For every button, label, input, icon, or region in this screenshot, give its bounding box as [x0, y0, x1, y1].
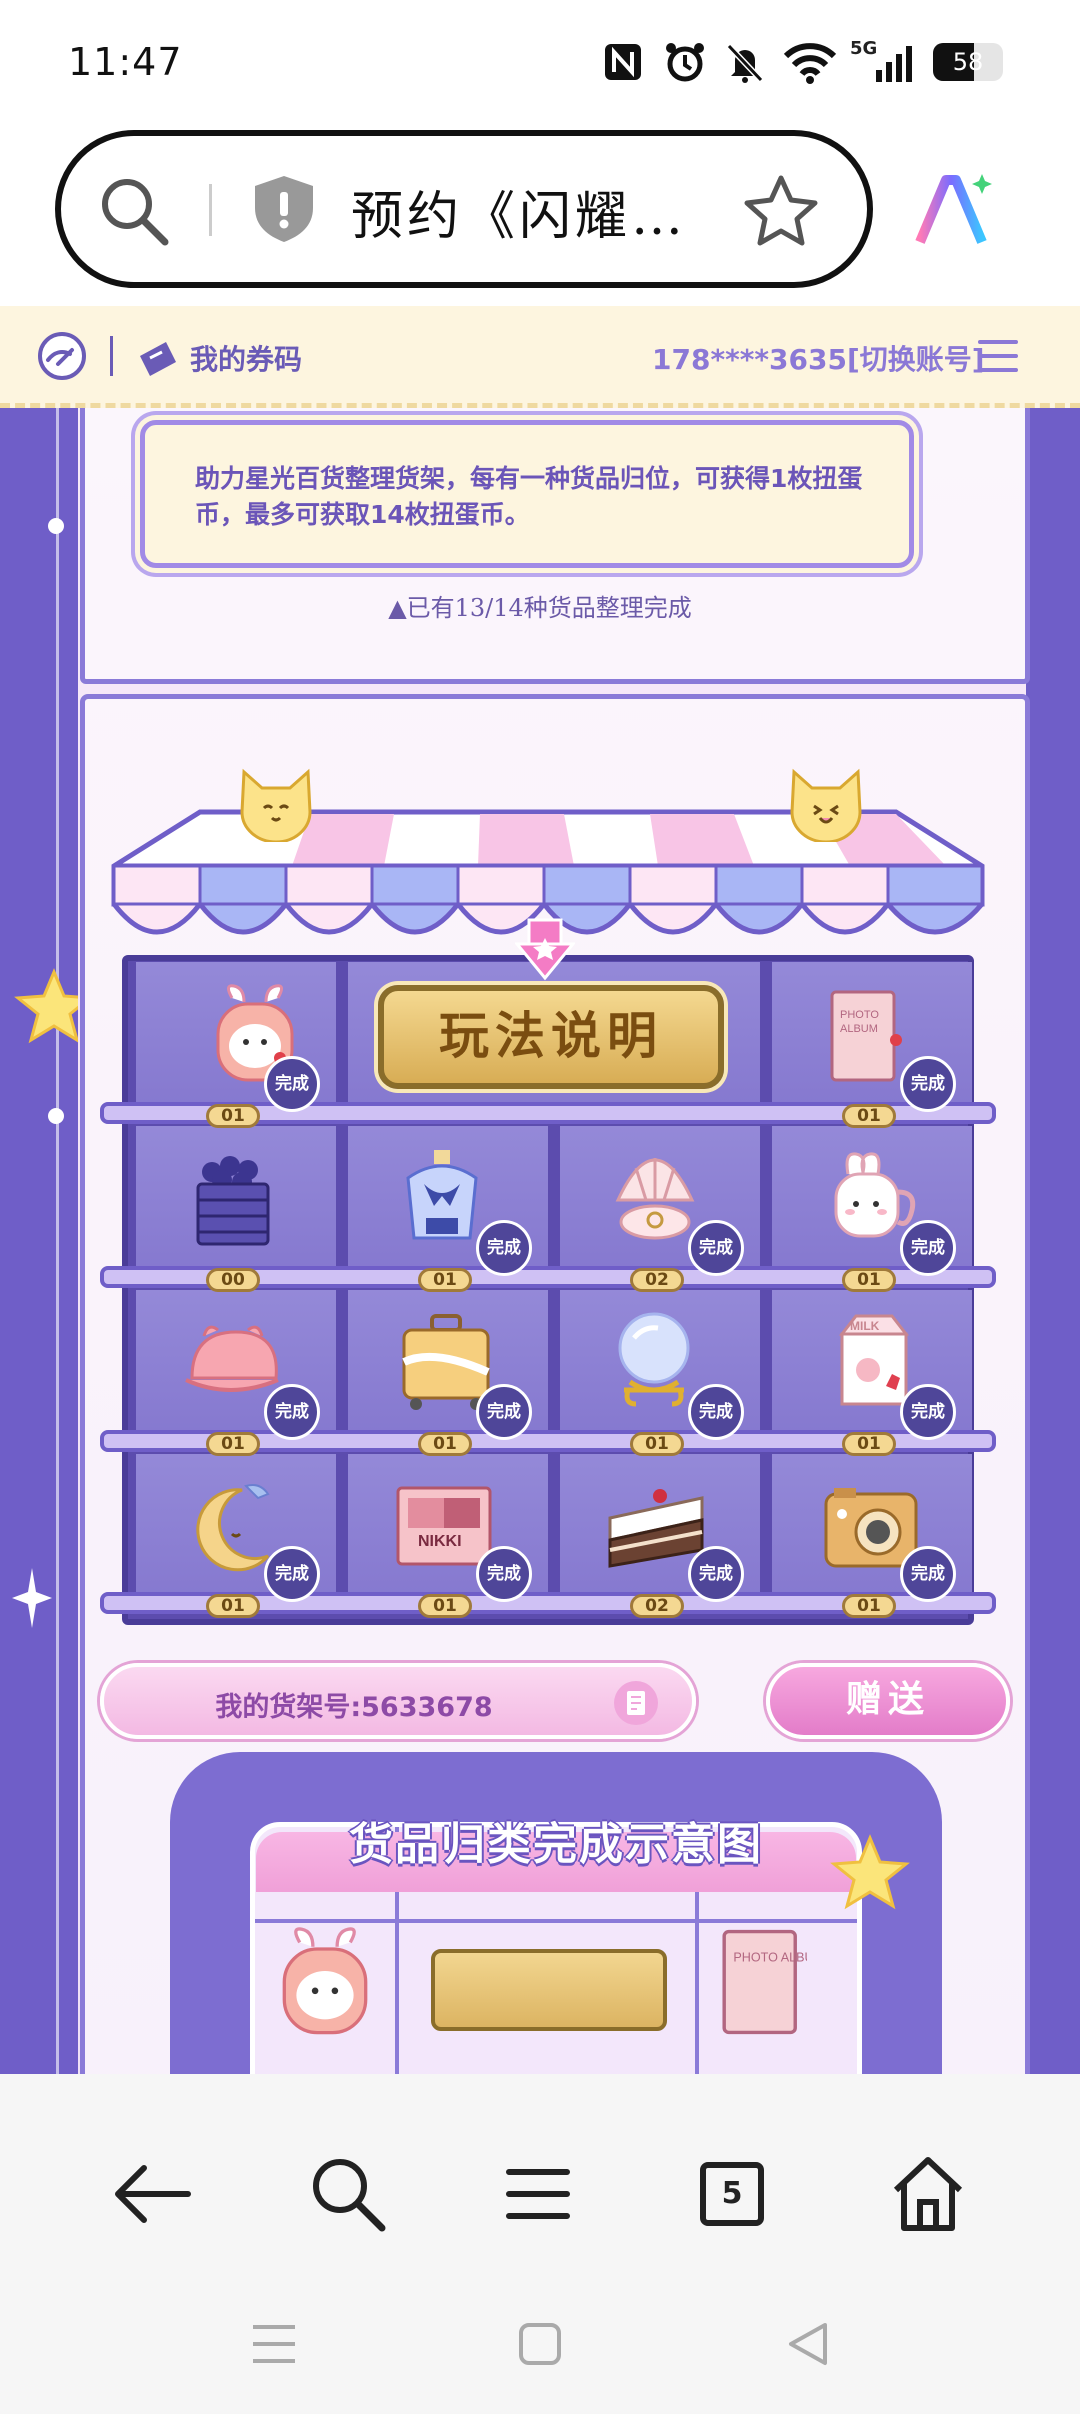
signal-icon: 5G — [850, 38, 916, 86]
item-count: 01 — [842, 1594, 896, 1618]
address-bar[interactable]: 预约《闪耀… — [55, 130, 873, 288]
nikki-label: NIKKI — [418, 1533, 462, 1550]
album-label: PHOTO ALBUM — [733, 1950, 807, 1964]
tabs-icon[interactable]: 5 — [672, 2134, 792, 2254]
search-icon[interactable] — [288, 2134, 408, 2254]
svg-text:PHOTO: PHOTO — [840, 1009, 879, 1021]
sparkle-icon — [12, 1568, 52, 1632]
item-count: 01 — [842, 1432, 896, 1456]
photo-album-icon: PHOTO ALBUM — [717, 1927, 824, 2041]
preview-label-plate — [431, 1949, 667, 2031]
done-badge: 完成 — [900, 1220, 956, 1276]
svg-text:ALBUM: ALBUM — [840, 1023, 878, 1035]
cat-icon — [786, 766, 866, 846]
item-count: 00 — [206, 1268, 260, 1292]
decor-dot — [48, 1108, 64, 1124]
done-badge: 完成 — [688, 1220, 744, 1276]
shelf-id-text: 我的货架号:5633678 — [215, 1692, 493, 1723]
done-badge: 完成 — [688, 1546, 744, 1602]
shell-ring-icon[interactable] — [610, 1148, 700, 1248]
ai-icon[interactable] — [912, 166, 1002, 260]
right-margin — [1030, 408, 1080, 2074]
progress-text: ▲已有13/14种货品整理完成 — [388, 594, 692, 622]
item-count: 01 — [206, 1432, 260, 1456]
alarm-icon — [660, 38, 710, 86]
arrow-down-icon — [513, 918, 577, 986]
done-badge: 完成 — [264, 1384, 320, 1440]
shield-icon[interactable] — [251, 174, 317, 248]
how-to-play-button[interactable]: 玩法说明 — [378, 985, 724, 1089]
my-coupon-link[interactable]: 我的券码 — [190, 338, 302, 378]
gift-button-label: 赠送 — [845, 1679, 930, 1720]
search-icon[interactable] — [97, 174, 173, 254]
done-badge: 完成 — [264, 1056, 320, 1112]
shelf-id-field: 我的货架号:5633678 — [100, 1663, 696, 1739]
home-square-icon[interactable] — [500, 2304, 580, 2384]
gift-button[interactable]: 赠送 — [766, 1663, 1010, 1739]
header-divider — [110, 336, 113, 376]
grape-basket-icon[interactable] — [190, 1148, 276, 1248]
perfume-bottle-icon[interactable] — [396, 1148, 488, 1248]
moon-pillow-icon[interactable] — [184, 1476, 280, 1576]
tab-count: 5 — [700, 2162, 764, 2226]
mute-icon — [720, 38, 770, 86]
recents-icon[interactable] — [234, 2304, 314, 2384]
done-badge: 完成 — [900, 1384, 956, 1440]
done-badge: 完成 — [476, 1384, 532, 1440]
cake-slice-icon[interactable] — [604, 1484, 708, 1568]
completion-preview: PHOTO ALBUM 货品归类完成示意图 — [170, 1752, 942, 2127]
account-switch-link[interactable]: 178****3635[切换账号] — [652, 338, 985, 378]
site-header: 我的券码 178****3635[切换账号] — [0, 306, 1080, 408]
svg-text:MILK: MILK — [850, 1319, 880, 1333]
item-count: 01 — [842, 1104, 896, 1128]
done-badge: 完成 — [688, 1384, 744, 1440]
back-icon[interactable] — [92, 2134, 212, 2254]
star-decor-icon — [830, 1834, 910, 1918]
decor-dot — [48, 518, 64, 534]
decor-line — [56, 408, 59, 2074]
copy-icon[interactable] — [614, 1681, 658, 1725]
battery-level: 58 — [952, 48, 984, 76]
coupon-icon[interactable] — [136, 338, 180, 382]
menu-icon[interactable] — [478, 2134, 598, 2254]
done-badge: 完成 — [476, 1220, 532, 1276]
star-icon[interactable] — [741, 172, 821, 256]
preview-title: 货品归类完成示意图 — [349, 1819, 763, 1870]
done-badge: 完成 — [900, 1056, 956, 1112]
clock: 11:47 — [68, 40, 183, 84]
crystal-ball-icon[interactable] — [614, 1310, 694, 1410]
done-badge: 完成 — [900, 1546, 956, 1602]
item-count: 01 — [418, 1268, 472, 1292]
preview-divider — [255, 1919, 857, 1923]
menu-icon[interactable] — [976, 336, 1020, 380]
item-count: 01 — [206, 1104, 260, 1128]
back-triangle-icon[interactable] — [768, 2304, 848, 2384]
battery-icon: 58 — [928, 38, 1008, 86]
cat-icon — [236, 766, 316, 846]
rabbit-backpack-icon — [275, 1927, 375, 2041]
item-count: 01 — [418, 1594, 472, 1618]
item-count: 01 — [206, 1594, 260, 1618]
browser-toolbar: 5 — [0, 2074, 1080, 2414]
pink-cap-icon[interactable] — [182, 1318, 282, 1408]
done-badge: 完成 — [476, 1546, 532, 1602]
item-count: 02 — [630, 1594, 684, 1618]
photo-album-icon[interactable]: PHOTO ALBUM — [826, 988, 904, 1084]
page-title[interactable]: 预约《闪耀… — [351, 174, 687, 249]
info-text: 助力星光百货整理货架，每有一种货品归位，可获得1枚扭蛋币，最多可获取14枚扭蛋币… — [195, 464, 863, 529]
separator — [209, 184, 212, 236]
nfc-icon — [600, 38, 646, 86]
done-badge: 完成 — [264, 1546, 320, 1602]
item-count: 01 — [418, 1432, 472, 1456]
item-count: 01 — [630, 1432, 684, 1456]
nikki-palette-icon[interactable]: NIKKI — [394, 1484, 494, 1568]
home-logo-icon[interactable] — [36, 330, 88, 386]
wifi-icon — [780, 38, 840, 86]
status-bar: 11:47 5G 58 — [0, 0, 1080, 125]
info-box: 助力星光百货整理货架，每有一种货品归位，可获得1枚扭蛋币，最多可获取14枚扭蛋币… — [140, 420, 914, 568]
item-count: 01 — [842, 1268, 896, 1292]
home-icon[interactable] — [868, 2134, 988, 2254]
item-count: 02 — [630, 1268, 684, 1292]
